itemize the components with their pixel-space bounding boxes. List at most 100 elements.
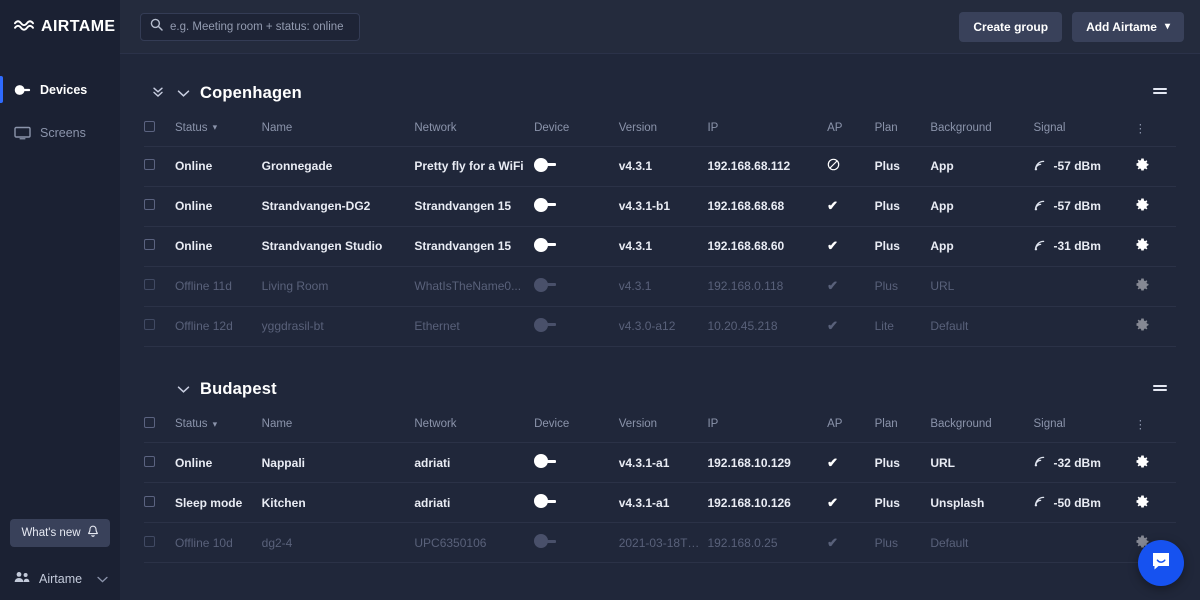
column-name[interactable]: Name — [262, 407, 415, 443]
cell-name: Gronnegade — [261, 145, 415, 186]
table-row[interactable]: Online Gronnegade Pretty fly for a WiFi … — [144, 145, 1176, 186]
ap-check-icon: ✔ — [827, 198, 839, 213]
add-airtame-label: Add Airtame — [1086, 19, 1157, 34]
table-row[interactable]: Offline 11d Living Room WhatIsTheName0..… — [144, 265, 1176, 306]
row-checkbox[interactable] — [144, 239, 155, 250]
row-checkbox[interactable] — [144, 279, 155, 290]
cell-signal — [1033, 305, 1135, 347]
ap-check-icon: ✔ — [827, 534, 839, 550]
group-list-menu-icon[interactable] — [1152, 381, 1176, 399]
ap-blocked-icon — [827, 158, 840, 174]
table-row[interactable]: Offline 10d dg2-4 UPC6350106 2021-03-18T… — [144, 522, 1176, 563]
cell-device — [534, 185, 619, 226]
cell-signal: -57 dBm — [1033, 185, 1135, 226]
table-body: Online Gronnegade Pretty fly for a WiFi … — [144, 145, 1176, 347]
row-checkbox[interactable] — [144, 535, 155, 547]
cell-network: WhatIsTheName0... — [414, 265, 535, 306]
gear-icon[interactable] — [1135, 454, 1150, 469]
row-checkbox[interactable] — [144, 495, 155, 507]
column-status[interactable]: Status ▾ — [175, 407, 262, 443]
dongle-online-icon — [534, 157, 560, 173]
group-header: Budapest — [144, 373, 1176, 407]
group-title: Copenhagen — [200, 83, 302, 102]
gear-icon[interactable] — [1135, 494, 1150, 509]
gear-icon[interactable] — [1135, 197, 1150, 212]
column-signal[interactable]: Signal — [1034, 110, 1135, 146]
column-background[interactable]: Background — [930, 110, 1033, 146]
intercom-launcher-button[interactable] — [1138, 540, 1184, 586]
cell-version: v4.3.1-b1 — [618, 185, 708, 226]
column-ap[interactable]: AP — [827, 110, 874, 146]
gear-icon[interactable] — [1135, 157, 1150, 172]
wifi-signal-icon — [1034, 495, 1047, 510]
cell-settings — [1134, 482, 1176, 523]
select-all-checkbox[interactable] — [144, 120, 155, 132]
cell-version: v4.3.1 — [618, 265, 708, 306]
select-all-checkbox[interactable] — [144, 417, 155, 429]
account-switcher[interactable]: Airtame — [0, 565, 120, 588]
cell-network: adriati — [414, 442, 535, 483]
column-version[interactable]: Version — [619, 407, 708, 443]
cell-ap — [827, 145, 875, 186]
cell-status: Offline 11d — [174, 265, 262, 306]
table-row[interactable]: Online Strandvangen Studio Strandvangen … — [144, 225, 1176, 266]
row-checkbox[interactable] — [144, 159, 155, 170]
column-ap[interactable]: AP — [827, 407, 874, 443]
topbar: Create group Add Airtame ▾ — [120, 0, 1200, 54]
create-group-button[interactable]: Create group — [959, 11, 1063, 42]
brand-logo[interactable]: AIRTAME — [0, 0, 120, 54]
cell-signal: -57 dBm — [1033, 145, 1135, 186]
column-ip[interactable]: IP — [707, 407, 827, 443]
column-signal[interactable]: Signal — [1034, 407, 1135, 443]
overflow-dots-icon[interactable]: ⋮ — [1135, 123, 1147, 135]
cell-device — [534, 522, 619, 563]
cell-ap: ✔ — [827, 482, 875, 523]
row-checkbox[interactable] — [144, 319, 155, 330]
double-chevron-down-icon[interactable] — [150, 85, 166, 102]
column-name[interactable]: Name — [262, 110, 415, 146]
sidebar-item-devices[interactable]: Devices — [0, 68, 120, 111]
search-input[interactable] — [170, 20, 350, 33]
column-plan[interactable]: Plan — [875, 407, 931, 443]
column-label: Status — [174, 418, 208, 431]
column-version[interactable]: Version — [619, 110, 708, 146]
gear-icon[interactable] — [1135, 277, 1150, 292]
column-options[interactable]: ⋮ — [1135, 407, 1176, 443]
cell-status: Sleep mode — [174, 482, 262, 523]
overflow-dots-icon[interactable]: ⋮ — [1135, 419, 1147, 431]
table-row[interactable]: Sleep mode Kitchen adriati v4.3.1-a1 192… — [144, 482, 1176, 523]
cell-version: v4.3.0-a12 — [618, 305, 708, 347]
column-device[interactable]: Device — [534, 407, 619, 443]
device-table: Status ▾ Name Network Device Version IP A… — [144, 407, 1176, 563]
group-list-menu-icon[interactable] — [1152, 84, 1176, 102]
cell-background: App — [930, 145, 1034, 186]
wifi-signal-icon — [1034, 159, 1047, 174]
column-network[interactable]: Network — [414, 110, 534, 146]
gear-icon[interactable] — [1135, 237, 1150, 252]
cell-version: 2021-03-18T0... — [618, 522, 708, 563]
table-row[interactable]: Online Strandvangen-DG2 Strandvangen 15 … — [144, 185, 1176, 226]
cell-ap: ✔ — [827, 522, 875, 563]
column-plan[interactable]: Plan — [875, 110, 931, 146]
gear-icon[interactable] — [1135, 317, 1150, 332]
group-collapse-chevron-icon[interactable] — [176, 383, 190, 396]
column-device[interactable]: Device — [534, 110, 619, 146]
cell-background: Default — [930, 305, 1034, 347]
add-airtame-button[interactable]: Add Airtame ▾ — [1072, 11, 1184, 42]
sidebar-nav: Devices Screens — [0, 68, 120, 154]
search-box[interactable] — [140, 12, 360, 41]
row-checkbox[interactable] — [144, 455, 155, 467]
row-checkbox[interactable] — [144, 199, 155, 210]
column-network[interactable]: Network — [414, 407, 534, 443]
column-status[interactable]: Status ▾ — [175, 110, 262, 146]
row-select-cell — [144, 145, 175, 186]
table-row[interactable]: Online Nappali adriati v4.3.1-a1 192.168… — [144, 442, 1176, 483]
cell-name: dg2-4 — [261, 522, 415, 563]
column-options[interactable]: ⋮ — [1135, 110, 1176, 146]
column-ip[interactable]: IP — [707, 110, 827, 146]
whats-new-button[interactable]: What's new — [10, 519, 110, 547]
table-row[interactable]: Offline 12d yggdrasil-bt Ethernet v4.3.0… — [144, 305, 1176, 347]
column-background[interactable]: Background — [930, 407, 1033, 443]
group-collapse-chevron-icon[interactable] — [176, 87, 190, 100]
sidebar-item-screens[interactable]: Screens — [0, 111, 120, 154]
